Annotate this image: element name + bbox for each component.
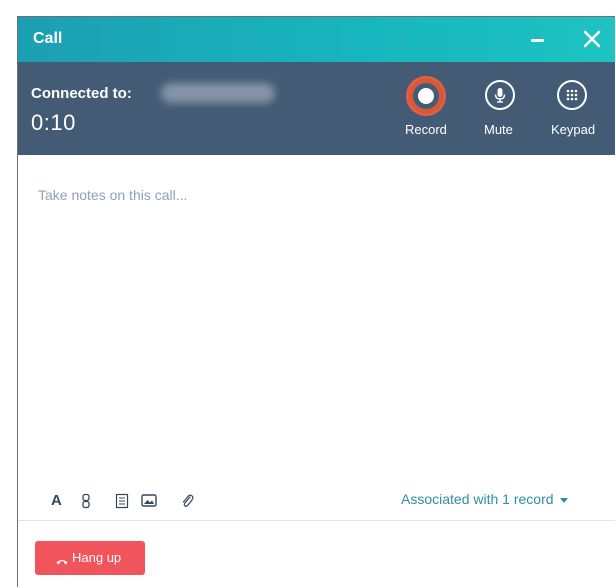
record-label: Record (405, 122, 447, 137)
close-icon[interactable] (579, 26, 605, 52)
notes-section (18, 155, 615, 485)
image-icon[interactable] (141, 494, 157, 514)
window-title: Call (33, 30, 63, 47)
link-icon[interactable] (81, 493, 91, 513)
call-notes-input[interactable] (18, 155, 615, 485)
mute-button[interactable]: Mute (478, 62, 528, 155)
keypad-icon (557, 80, 587, 110)
record-icon (408, 78, 444, 114)
mute-label: Mute (484, 122, 513, 137)
connected-to-value (161, 83, 275, 103)
phone-hangup-icon (56, 554, 68, 569)
keypad-button[interactable]: Keypad (548, 62, 606, 155)
associated-records-label: Associated with 1 record (401, 491, 554, 507)
minimize-icon[interactable] (531, 39, 544, 42)
record-button[interactable]: Record (398, 62, 456, 155)
keypad-label: Keypad (551, 122, 596, 137)
hang-up-button[interactable]: Hang up (35, 541, 145, 575)
call-timer: 0:10 (31, 110, 76, 135)
bold-icon[interactable]: A (51, 492, 62, 512)
connected-to-label: Connected to: (31, 85, 132, 102)
attachment-icon[interactable] (180, 493, 194, 513)
notes-toolbar: A Associated with 1 record (18, 485, 615, 521)
chevron-down-icon (559, 497, 568, 503)
call-titlebar: Call (18, 17, 615, 62)
associated-records-dropdown[interactable]: Associated with 1 record (401, 491, 568, 507)
call-status-bar: Connected to: 0:10 Record Mute Keypad (18, 62, 615, 155)
list-icon[interactable] (115, 493, 129, 513)
call-window: Call Connected to: 0:10 Record Mute Keyp… (17, 16, 615, 587)
microphone-icon (485, 80, 515, 110)
hang-up-label: Hang up (72, 550, 122, 565)
